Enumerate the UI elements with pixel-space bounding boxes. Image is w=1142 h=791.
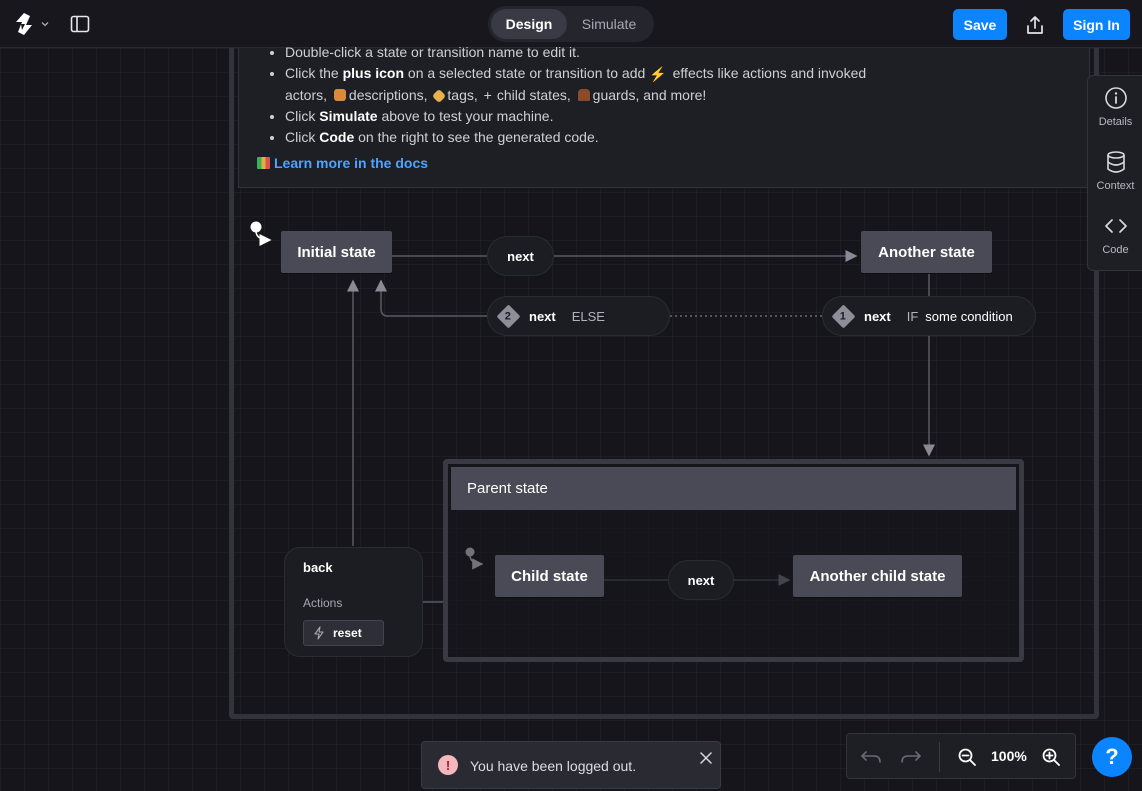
guard-index-icon: 1 (831, 303, 856, 329)
initial-state-dot (250, 221, 262, 233)
toast-close-button[interactable] (698, 750, 714, 766)
zoom-out-button[interactable] (955, 745, 979, 769)
state-child[interactable]: Child state (495, 555, 604, 597)
transition-back[interactable]: back Actions reset (284, 547, 423, 657)
transition-next-if[interactable]: 1 next IF some condition (822, 296, 1036, 336)
right-panel: Details Context Code (1087, 75, 1142, 271)
transition-edges (250, 221, 935, 603)
redo-button[interactable] (899, 745, 923, 769)
redo-icon (901, 751, 921, 763)
panel-code-button[interactable]: Code (1088, 214, 1142, 274)
transition-event-label: back (303, 560, 333, 575)
close-icon (700, 752, 712, 764)
undo-button[interactable] (859, 745, 883, 769)
info-icon (1104, 87, 1127, 109)
zoom-out-icon (958, 748, 976, 766)
transition-next-else[interactable]: 2 next ELSE (487, 296, 670, 336)
zoom-toolbar: 100% (846, 733, 1076, 779)
panel-details-button[interactable]: Details (1088, 86, 1142, 146)
zoom-in-icon (1042, 748, 1060, 766)
parent-state-header[interactable]: Parent state (451, 467, 1016, 510)
transition-next-top[interactable]: next (487, 236, 554, 276)
zoom-in-button[interactable] (1039, 745, 1063, 769)
toast-message: You have been logged out. (470, 758, 637, 774)
state-another-child[interactable]: Another child state (793, 555, 962, 597)
alert-icon: ! (438, 755, 458, 775)
undo-icon (861, 751, 881, 763)
code-icon (1104, 219, 1127, 233)
lightning-icon (314, 626, 324, 640)
toolbar-divider (939, 742, 940, 772)
database-icon (1106, 151, 1125, 173)
guard-index-icon: 2 (496, 303, 521, 329)
zoom-level: 100% (991, 748, 1027, 764)
actions-label: Actions (303, 596, 343, 610)
toast-notification: ! You have been logged out. (421, 741, 721, 789)
help-button[interactable]: ? (1092, 737, 1132, 777)
panel-context-button[interactable]: Context (1088, 150, 1142, 210)
state-another[interactable]: Another state (861, 231, 992, 273)
action-reset[interactable]: reset (303, 620, 384, 646)
state-initial[interactable]: Initial state (281, 231, 392, 273)
transition-next-child[interactable]: next (668, 560, 734, 600)
